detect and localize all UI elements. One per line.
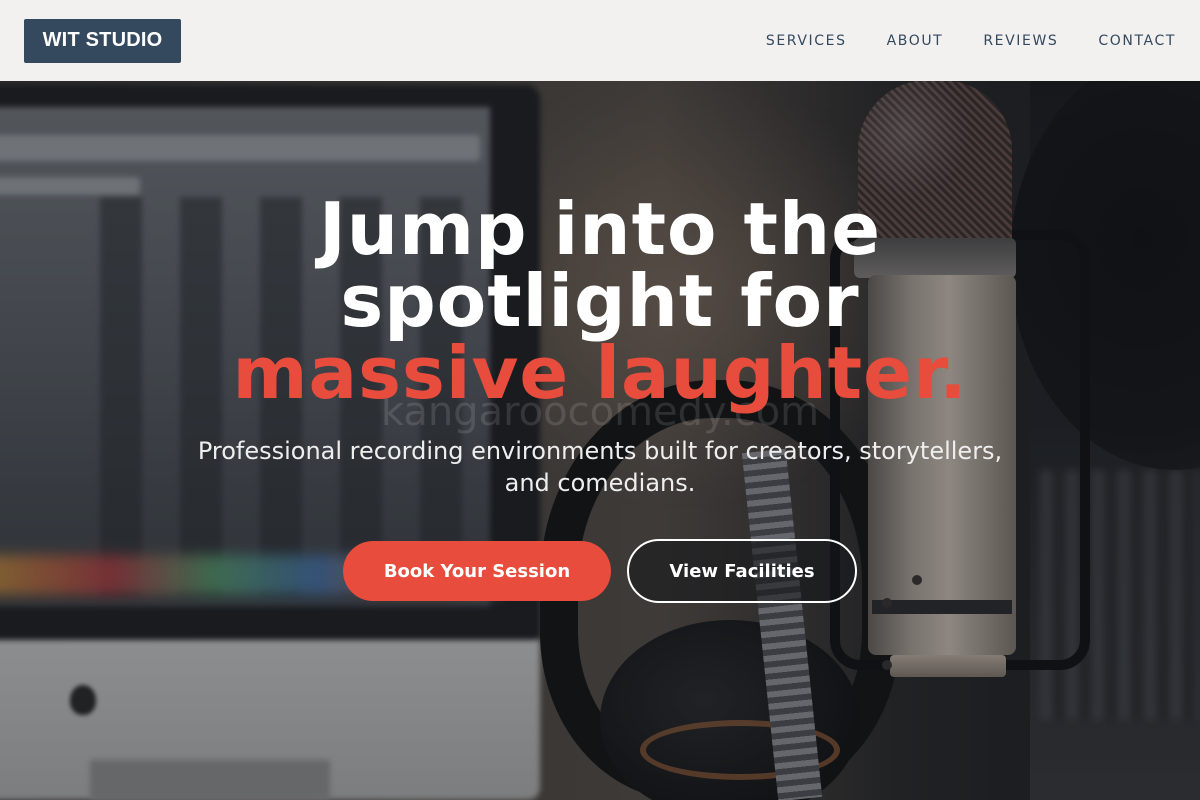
main-nav: SERVICES ABOUT REVIEWS CONTACT [726,33,1176,49]
headline-line-1: Jump into the [318,187,882,271]
cta-row: Book Your Session View Facilities [0,539,1200,603]
site-header: WIT STUDIO SERVICES ABOUT REVIEWS CONTAC… [0,0,1200,81]
nav-link-about[interactable]: ABOUT [887,33,944,49]
view-facilities-button[interactable]: View Facilities [627,539,857,603]
hero-section: kangaroocomedy.com Jump into the spotlig… [0,81,1200,800]
nav-link-contact[interactable]: CONTACT [1098,33,1176,49]
logo[interactable]: WIT STUDIO [24,18,181,63]
nav-link-services[interactable]: SERVICES [766,33,847,49]
hero-subtext: Professional recording environments buil… [197,437,1003,497]
headline-line-2: spotlight for [340,259,860,343]
headline-accent: massive laughter. [232,331,968,415]
hero-headline: Jump into the spotlight for massive laug… [0,193,1200,409]
book-session-button[interactable]: Book Your Session [343,541,611,601]
nav-link-reviews[interactable]: REVIEWS [983,33,1058,49]
